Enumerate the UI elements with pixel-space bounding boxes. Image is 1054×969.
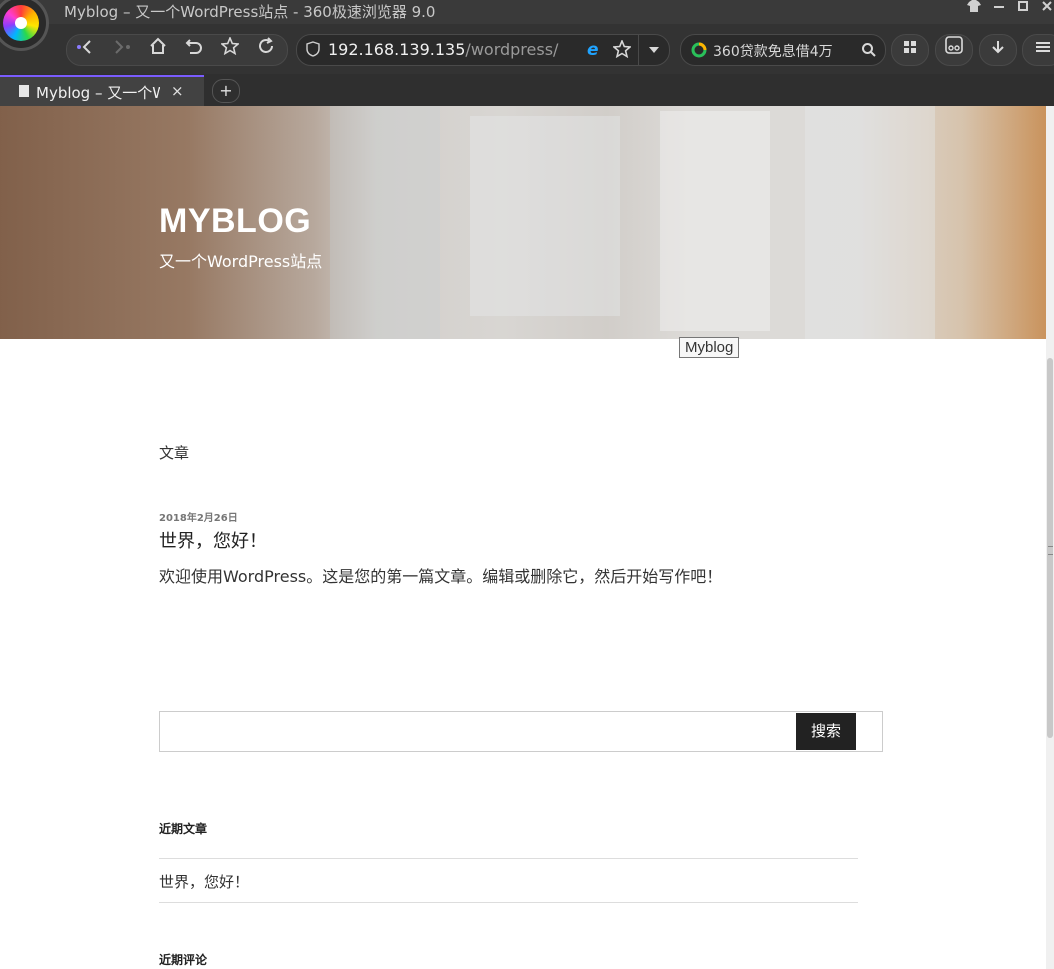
url-text[interactable]: 192.168.139.135/wordpress/ bbox=[328, 40, 558, 59]
recent-comments-title: 近期评论 bbox=[159, 953, 208, 967]
download-button[interactable] bbox=[979, 34, 1017, 66]
tooltip: Myblog bbox=[679, 337, 740, 358]
address-dropdown-icon[interactable] bbox=[638, 35, 669, 65]
recent-posts-title: 近期文章 bbox=[159, 822, 208, 836]
search-box-text: 360贷款免息借4万 bbox=[713, 44, 833, 60]
section-heading: 文章 bbox=[159, 444, 190, 462]
search-input[interactable] bbox=[160, 712, 810, 749]
maximize-icon[interactable] bbox=[1011, 0, 1035, 22]
page-viewport: MYBLOG 又一个WordPress站点 Myblog 文章 2018年2月2… bbox=[0, 106, 1046, 969]
site-description: 又一个WordPress站点 bbox=[159, 252, 323, 271]
bookmark-button[interactable] bbox=[213, 35, 247, 65]
new-tab-button[interactable]: + bbox=[212, 79, 240, 103]
tab-myblog[interactable]: Myblog – 又一个W × bbox=[0, 75, 204, 108]
page-scrollbar[interactable] bbox=[1046, 106, 1054, 969]
home-button[interactable] bbox=[141, 35, 175, 65]
post-excerpt: 欢迎使用WordPress。这是您的第一篇文章。编辑或删除它，然后开始写作吧！ bbox=[159, 567, 723, 586]
svg-text:e: e bbox=[587, 40, 599, 58]
favorite-star-icon[interactable] bbox=[612, 38, 632, 62]
page-icon bbox=[19, 85, 29, 97]
divider bbox=[159, 858, 858, 859]
post-date-link[interactable]: 2018年2月26日 bbox=[159, 509, 238, 524]
forward-button[interactable] bbox=[105, 35, 139, 65]
tab-close-icon[interactable]: × bbox=[171, 82, 184, 100]
search-engine-icon bbox=[691, 42, 707, 62]
undo-close-button[interactable] bbox=[177, 35, 211, 65]
url-host: 192.168.139.135 bbox=[328, 40, 466, 59]
extension-button[interactable] bbox=[935, 34, 973, 66]
apps-grid-button[interactable] bbox=[891, 34, 929, 66]
nav-button-group bbox=[66, 34, 288, 66]
site-header: MYBLOG 又一个WordPress站点 bbox=[0, 106, 1046, 339]
site-title-link[interactable]: MYBLOG bbox=[159, 202, 311, 241]
post-title-link[interactable]: 世界，您好！ bbox=[159, 527, 267, 553]
search-button[interactable]: 搜索 bbox=[796, 713, 856, 750]
url-path: /wordpress/ bbox=[465, 40, 559, 59]
skin-icon[interactable] bbox=[962, 0, 986, 22]
shield-icon[interactable] bbox=[306, 41, 320, 61]
reload-button[interactable] bbox=[249, 35, 283, 65]
address-bar[interactable]: 192.168.139.135/wordpress/ e bbox=[296, 34, 670, 66]
menu-button[interactable] bbox=[1022, 34, 1054, 66]
tab-title: Myblog – 又一个W bbox=[36, 84, 160, 102]
back-button[interactable] bbox=[69, 35, 103, 65]
close-window-icon[interactable] bbox=[1035, 0, 1054, 22]
search-box[interactable]: 360贷款免息借4万 bbox=[680, 34, 886, 66]
window-titlebar: Myblog – 又一个WordPress站点 - 360极速浏览器 9.0 bbox=[0, 0, 1054, 24]
ie-mode-icon[interactable]: e bbox=[585, 40, 603, 62]
search-icon[interactable] bbox=[861, 42, 877, 62]
window-title: Myblog – 又一个WordPress站点 - 360极速浏览器 9.0 bbox=[64, 3, 436, 21]
recent-post-link[interactable]: 世界，您好！ bbox=[159, 871, 249, 892]
tab-strip: Myblog – 又一个W × + bbox=[0, 74, 1054, 108]
browser-toolbar: 192.168.139.135/wordpress/ e 360贷款免息借4万 bbox=[0, 24, 1054, 74]
minimize-icon[interactable] bbox=[987, 0, 1011, 22]
divider bbox=[159, 902, 858, 903]
sidebar-search-form: 搜索 bbox=[159, 711, 883, 752]
